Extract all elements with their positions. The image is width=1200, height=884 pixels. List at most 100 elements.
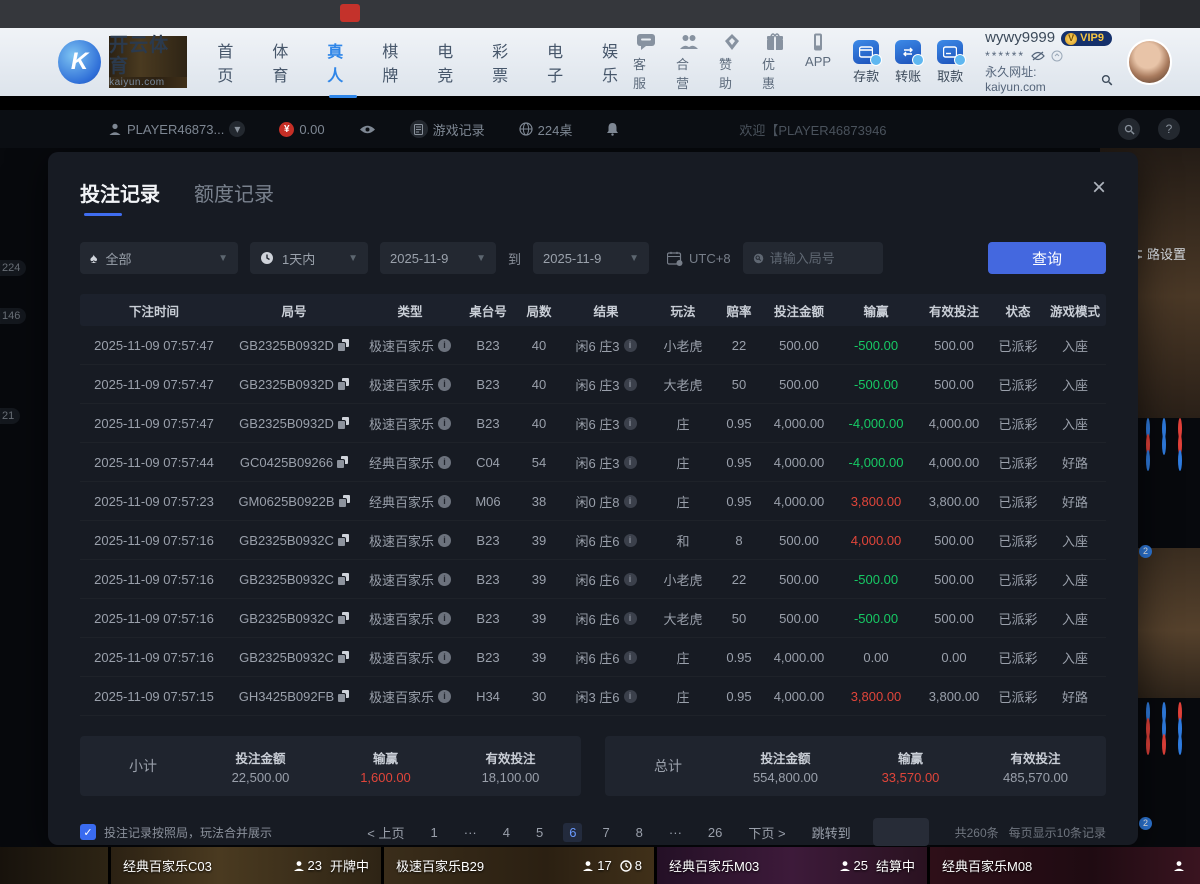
wallet-action-取款[interactable]: 取款: [937, 40, 963, 85]
nav-item-电子[interactable]: 电子: [547, 32, 578, 92]
nav-item-彩票[interactable]: 彩票: [492, 32, 523, 92]
info-icon[interactable]: i: [438, 378, 451, 391]
table-row[interactable]: 2025-11-09 07:57:15GH3425B092FB极速百家乐iH34…: [80, 677, 1106, 716]
quick-action-赞助[interactable]: 赞助: [719, 32, 744, 92]
copy-icon[interactable]: [338, 534, 349, 546]
info-icon[interactable]: i: [438, 651, 451, 664]
search-small-icon[interactable]: [1101, 74, 1113, 86]
refresh-circle-icon[interactable]: [1051, 50, 1063, 62]
quick-action-合营[interactable]: 合营: [676, 32, 701, 92]
live-table-tile[interactable]: 极速百家乐B29178: [384, 847, 654, 884]
copy-icon[interactable]: [338, 612, 349, 624]
info-icon[interactable]: i: [438, 456, 451, 469]
nav-item-娱乐[interactable]: 娱乐: [602, 32, 633, 92]
copy-icon[interactable]: [338, 573, 349, 585]
close-icon[interactable]: ×: [1092, 178, 1106, 198]
cell-winloss: 3,800.00: [836, 494, 916, 509]
info-icon[interactable]: i: [438, 573, 451, 586]
help-circle-icon[interactable]: ?: [1158, 118, 1180, 140]
table-row[interactable]: 2025-11-09 07:57:47GB2325B0932D极速百家乐iB23…: [80, 326, 1106, 365]
result-info-icon[interactable]: i: [624, 573, 637, 586]
quick-action-优惠[interactable]: 优惠: [762, 32, 787, 92]
table-row[interactable]: 2025-11-09 07:57:16GB2325B0932C极速百家乐iB23…: [80, 599, 1106, 638]
nav-item-棋牌[interactable]: 棋牌: [382, 32, 413, 92]
result-info-icon[interactable]: i: [624, 690, 637, 703]
user-avatar[interactable]: [1127, 39, 1172, 85]
jump-to-input[interactable]: [873, 818, 929, 846]
wallet-action-转账[interactable]: 转账: [895, 40, 921, 85]
round-search-input[interactable]: [770, 251, 873, 266]
site-logo[interactable]: K 开云体育 kaiyun.com: [58, 36, 187, 89]
quick-action-APP[interactable]: APP: [805, 32, 831, 92]
copy-icon[interactable]: [338, 651, 349, 663]
result-info-icon[interactable]: i: [624, 378, 637, 391]
result-info-icon[interactable]: i: [624, 339, 637, 352]
prev-page-button[interactable]: < 上页: [361, 821, 410, 844]
nav-item-体育[interactable]: 体育: [272, 32, 303, 92]
info-icon[interactable]: i: [438, 417, 451, 430]
total-panel: 总计 投注金额554,800.00 输赢33,570.00 有效投注485,57…: [605, 736, 1106, 796]
result-info-icon[interactable]: i: [624, 612, 637, 625]
result-info-icon[interactable]: i: [624, 417, 637, 430]
date-to-select[interactable]: 2025-11-9 ▼: [533, 242, 649, 274]
page-7[interactable]: 7: [596, 823, 615, 842]
page-26[interactable]: 26: [702, 823, 728, 842]
table-row[interactable]: 2025-11-09 07:57:16GB2325B0932C极速百家乐iB23…: [80, 560, 1106, 599]
player-menu[interactable]: PLAYER46873... ▾: [108, 121, 245, 137]
quick-action-客服[interactable]: 客服: [633, 32, 658, 92]
table-row[interactable]: 2025-11-09 07:57:23GM0625B0922B经典百家乐iM06…: [80, 482, 1106, 521]
table-row[interactable]: 2025-11-09 07:57:44GC0425B09266经典百家乐iC04…: [80, 443, 1106, 482]
page-5[interactable]: 5: [530, 823, 549, 842]
live-table-tile[interactable]: 经典百家乐C0323开牌中: [111, 847, 381, 884]
jump-to-label: 跳转到: [812, 823, 851, 842]
page-8[interactable]: 8: [630, 823, 649, 842]
game-type-select[interactable]: ♠ 全部 ▼: [80, 242, 238, 274]
tab-投注记录[interactable]: 投注记录: [80, 178, 160, 216]
table-row[interactable]: 2025-11-09 07:57:47GB2325B0932D极速百家乐iB23…: [80, 365, 1106, 404]
nav-item-电竞[interactable]: 电竞: [437, 32, 468, 92]
query-button[interactable]: 查询: [988, 242, 1106, 274]
time-range-select[interactable]: 1天内 ▼: [250, 242, 368, 274]
timezone-display[interactable]: UTC+8: [667, 251, 731, 266]
copy-icon[interactable]: [339, 495, 350, 507]
table-row[interactable]: 2025-11-09 07:57:47GB2325B0932D极速百家乐iB23…: [80, 404, 1106, 443]
copy-icon[interactable]: [338, 417, 349, 429]
cell-valid-bet: 500.00: [916, 572, 992, 587]
info-icon[interactable]: i: [438, 690, 451, 703]
eye-toggle[interactable]: [359, 124, 376, 135]
result-info-icon[interactable]: i: [624, 495, 637, 508]
balance-display[interactable]: ¥ 0.00: [279, 122, 324, 137]
page-1[interactable]: 1: [425, 823, 444, 842]
notifications[interactable]: [606, 122, 619, 136]
info-icon[interactable]: i: [438, 534, 451, 547]
info-icon[interactable]: i: [438, 495, 451, 508]
search-circle-icon[interactable]: [1118, 118, 1140, 140]
table-row[interactable]: 2025-11-09 07:57:16GB2325B0932C极速百家乐iB23…: [80, 638, 1106, 677]
result-info-icon[interactable]: i: [624, 534, 637, 547]
page-4[interactable]: 4: [497, 823, 516, 842]
eye-off-icon[interactable]: [1031, 51, 1045, 61]
next-page-button[interactable]: 下页 >: [742, 821, 791, 844]
info-icon[interactable]: i: [438, 339, 451, 352]
copy-icon[interactable]: [338, 690, 349, 702]
road-cell: [1146, 736, 1162, 752]
tables-count[interactable]: 224桌: [519, 120, 573, 139]
result-info-icon[interactable]: i: [624, 651, 637, 664]
copy-icon[interactable]: [338, 378, 349, 390]
info-icon[interactable]: i: [438, 612, 451, 625]
copy-icon[interactable]: [338, 339, 349, 351]
date-from-select[interactable]: 2025-11-9 ▼: [380, 242, 496, 274]
live-table-tile[interactable]: 经典百家乐M08: [930, 847, 1200, 884]
copy-icon[interactable]: [337, 456, 348, 468]
left-table-badge: 224: [0, 260, 26, 276]
nav-item-真人[interactable]: 真人: [327, 32, 358, 92]
result-info-icon[interactable]: i: [624, 456, 637, 469]
nav-item-首页[interactable]: 首页: [217, 32, 248, 92]
wallet-action-存款[interactable]: 存款: [853, 40, 879, 85]
live-table-tile[interactable]: 经典百家乐M0325结算中: [657, 847, 927, 884]
table-row[interactable]: 2025-11-09 07:57:16GB2325B0932C极速百家乐iB23…: [80, 521, 1106, 560]
page-6[interactable]: 6: [563, 823, 582, 842]
merge-checkbox[interactable]: ✓: [80, 824, 96, 840]
tab-额度记录[interactable]: 额度记录: [194, 178, 274, 216]
game-record-link[interactable]: 游戏记录: [410, 120, 485, 139]
